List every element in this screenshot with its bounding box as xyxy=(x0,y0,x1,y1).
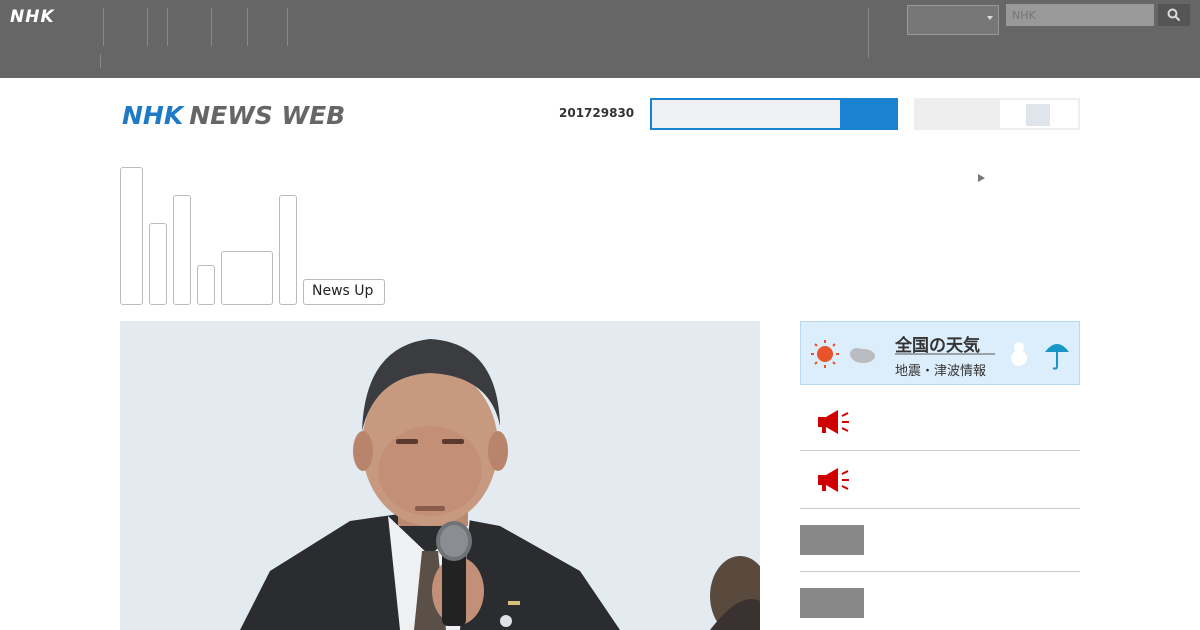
global-search-button[interactable] xyxy=(1158,4,1190,26)
tab-category-4[interactable] xyxy=(197,265,215,305)
logo-nhk: NHK xyxy=(122,101,184,130)
sidebar-alert-item[interactable] xyxy=(800,458,1080,509)
megaphone-icon xyxy=(818,410,849,434)
tab-category-3[interactable] xyxy=(173,195,191,305)
global-header: NHK xyxy=(0,0,1200,78)
sidebar-alert-item[interactable] xyxy=(800,400,1080,451)
divider xyxy=(800,571,1080,572)
toggle-label xyxy=(914,98,998,130)
weather-title: 全国の天気 xyxy=(895,336,980,356)
sidebar-thumbnail xyxy=(800,588,864,618)
weather-banner[interactable]: 全国の天気 地震・津波情報 xyxy=(800,321,1080,385)
logo-news-web: NEWS WEB xyxy=(189,101,346,130)
nav-divider xyxy=(100,54,101,68)
site-search-input[interactable] xyxy=(650,98,842,130)
tab-category-1[interactable] xyxy=(120,167,143,305)
tab-category-5[interactable] xyxy=(221,251,273,305)
global-nav-item[interactable] xyxy=(148,8,168,46)
tab-category-6[interactable] xyxy=(279,195,297,305)
chevron-down-icon xyxy=(987,16,993,20)
divider xyxy=(800,450,1080,451)
site-search-button[interactable] xyxy=(840,98,898,130)
sidebar-thumbnail xyxy=(800,525,864,555)
nhk-global-logo[interactable]: NHK xyxy=(10,7,55,27)
global-nav-item[interactable] xyxy=(168,8,212,46)
global-nav-item[interactable] xyxy=(248,8,288,46)
global-nav xyxy=(82,8,288,46)
divider xyxy=(800,508,1080,509)
global-nav-item[interactable] xyxy=(212,8,248,46)
sidebar-link-item[interactable] xyxy=(800,583,1080,630)
tab-category-2[interactable] xyxy=(149,223,167,305)
global-search-input[interactable] xyxy=(1006,4,1154,26)
earthquake-tsunami-label: 地震・津波情報 xyxy=(895,364,987,379)
toggle-knob[interactable] xyxy=(1026,104,1050,126)
current-date: 201729830 xyxy=(559,106,635,120)
megaphone-icon xyxy=(818,468,849,492)
global-nav-item-extra[interactable] xyxy=(850,8,869,58)
more-link[interactable] xyxy=(978,171,993,187)
global-nav-item[interactable] xyxy=(104,8,148,46)
display-toggle[interactable] xyxy=(998,98,1080,130)
tab-news-up[interactable]: News Up xyxy=(303,279,385,305)
triangle-right-icon xyxy=(978,174,985,182)
search-icon xyxy=(1167,8,1181,22)
sidebar-link-item[interactable] xyxy=(800,520,1080,572)
top-news-image[interactable] xyxy=(120,321,760,630)
press-conference-photo xyxy=(120,321,760,630)
global-nav-item[interactable] xyxy=(82,8,104,46)
nhk-news-web-logo[interactable]: NHK NEWS WEB xyxy=(122,101,345,130)
region-select[interactable] xyxy=(907,5,999,35)
